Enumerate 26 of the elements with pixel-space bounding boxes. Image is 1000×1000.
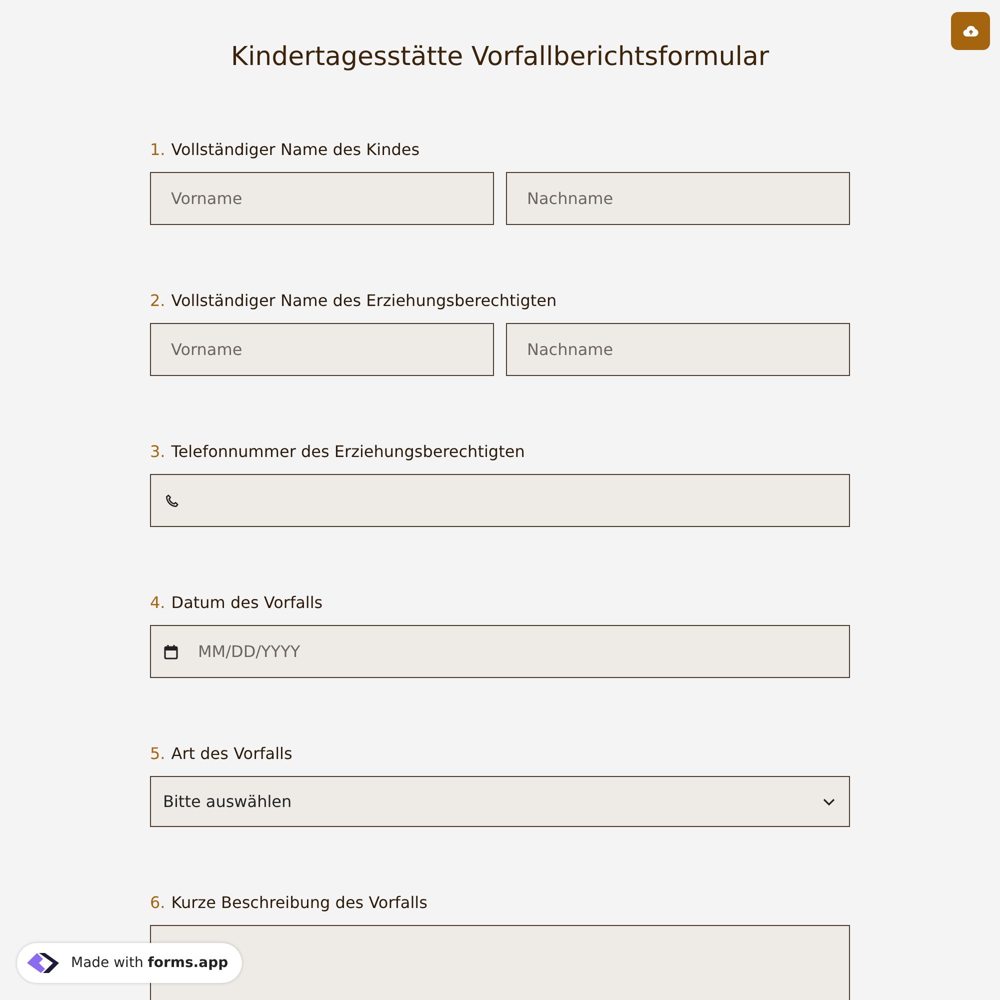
textarea-field[interactable] bbox=[150, 925, 850, 1000]
chevron-down-icon bbox=[823, 798, 835, 806]
question-number: 5. bbox=[150, 744, 166, 763]
badge-text: Made with forms.app bbox=[71, 955, 228, 971]
input-field[interactable]: Nachname bbox=[506, 172, 850, 225]
question-number: 1. bbox=[150, 140, 166, 159]
input-field[interactable]: Vorname bbox=[150, 323, 494, 376]
made-with-badge[interactable]: Made with forms.app bbox=[17, 943, 242, 983]
select-dropdown[interactable]: Bitte auswählen bbox=[150, 776, 850, 827]
input-field[interactable]: Vorname bbox=[150, 172, 494, 225]
question-number: 2. bbox=[150, 291, 166, 310]
question-label: Vollständiger Name des Kindes bbox=[171, 140, 420, 159]
question-label: Art des Vorfalls bbox=[171, 744, 292, 763]
question-label: Datum des Vorfalls bbox=[171, 593, 323, 612]
question-label: Vollständiger Name des Erziehungsberechtigten bbox=[171, 291, 557, 310]
question-number: 4. bbox=[150, 593, 166, 612]
date-field[interactable]: MM/DD/YYYY bbox=[150, 625, 850, 678]
question-label: Telefonnummer des Erziehungsberechtigten bbox=[171, 442, 525, 461]
cloud-upload-icon bbox=[962, 25, 978, 37]
question-number: 6. bbox=[150, 893, 166, 912]
input-field[interactable]: Nachname bbox=[506, 323, 850, 376]
phone-field[interactable] bbox=[150, 474, 850, 527]
question-number: 3. bbox=[150, 442, 166, 461]
question-label: Kurze Beschreibung des Vorfalls bbox=[171, 893, 428, 912]
upload-button[interactable] bbox=[951, 12, 990, 50]
form-title: Kindertagesstätte Vorfallberichtsformular bbox=[230, 42, 770, 72]
